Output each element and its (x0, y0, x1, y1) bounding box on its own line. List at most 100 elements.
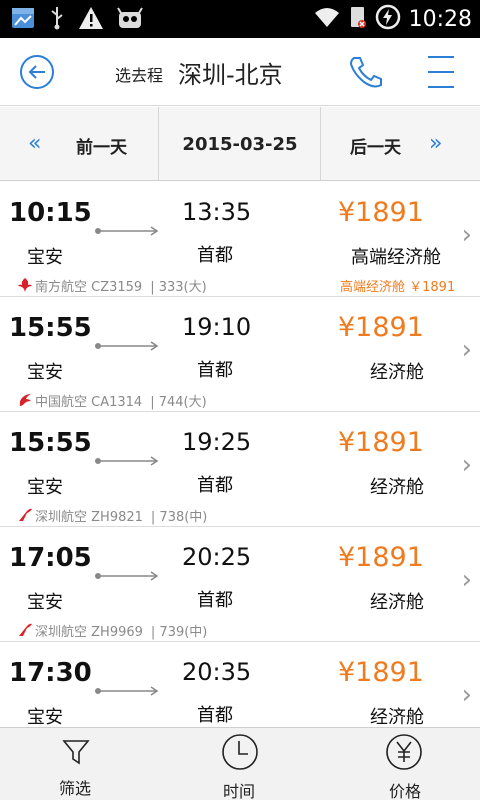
flight-price: ¥1891 (338, 542, 424, 573)
route-arrow-icon (95, 226, 159, 236)
route-arrow-icon (95, 686, 159, 696)
flight-row[interactable]: 17:30 20:35 宝安 首都 ¥1891 经济舱 › (0, 642, 480, 726)
wifi-icon (313, 5, 341, 33)
filter-icon (62, 740, 90, 765)
double-chevron-right-icon: » (429, 131, 443, 156)
tab-time-label: 时间 (222, 782, 255, 800)
airline-info: 南方航空 CZ3159 | 333(大) (17, 276, 207, 295)
airline-info: 深圳航空 ZH9821 | 738(中) (17, 506, 208, 525)
arrival-time: 20:35 (182, 658, 252, 686)
airline-flight-number: 深圳航空 ZH9821 (35, 509, 143, 525)
flight-price: ¥1891 (338, 427, 424, 458)
arrival-time: 19:25 (182, 428, 252, 456)
menu-icon-line (428, 56, 454, 58)
aircraft-type: | 744(大) (150, 394, 207, 410)
phone-icon (349, 57, 382, 88)
flight-row[interactable]: 10:15 13:35 宝安 首都 ¥1891 高端经济舱 › 南方航空 CZ3… (0, 182, 480, 297)
cabin-class: 高端经济舱 (351, 247, 441, 268)
back-button[interactable] (20, 55, 54, 89)
tab-filter-label: 筛选 (58, 779, 91, 798)
prev-day-label: 前一天 (76, 138, 127, 158)
menu-button[interactable] (428, 56, 456, 88)
tab-price[interactable]: 价格 (320, 728, 480, 800)
app-notification-icon (10, 5, 36, 35)
battery-charging-icon (375, 4, 401, 34)
aircraft-type: | 739(中) (150, 624, 208, 640)
no-sim-icon (349, 4, 367, 34)
flight-price: ¥1891 (338, 197, 424, 228)
chevron-right-icon: › (461, 680, 472, 710)
flight-row[interactable]: 15:55 19:25 宝安 首都 ¥1891 经济舱 › 深圳航空 ZH982… (0, 412, 480, 527)
arrival-airport: 首都 (197, 475, 233, 496)
aircraft-type: | 738(中) (150, 509, 208, 525)
double-chevron-left-icon: « (28, 131, 42, 156)
trip-direction-label: 选去程 (115, 66, 164, 85)
cabin-class: 经济舱 (370, 707, 424, 726)
status-time: 10:28 (408, 6, 472, 32)
arrival-airport: 首都 (197, 705, 233, 726)
airline-flight-number: 中国航空 CA1314 (35, 394, 143, 410)
departure-time: 15:55 (9, 428, 92, 458)
date-navigation: « 前一天 2015-03-25 后一天 » (0, 107, 480, 181)
flight-price: ¥1891 (338, 657, 424, 688)
arrival-time: 19:10 (182, 313, 252, 341)
departure-airport: 宝安 (27, 592, 63, 613)
cabin-class: 经济舱 (370, 592, 424, 613)
airline-flight-number: 南方航空 CZ3159 (35, 279, 143, 295)
cabin-price-note: 高端经济舱 ￥1891 (340, 280, 456, 295)
menu-icon-line (428, 71, 454, 73)
app-header: 选去程 深圳-北京 (0, 38, 480, 106)
android-icon (116, 6, 144, 34)
route-arrow-icon (95, 571, 159, 581)
airline-info: 中国航空 CA1314 | 744(大) (17, 391, 207, 410)
yen-icon (386, 734, 422, 770)
departure-time: 17:30 (9, 658, 92, 688)
flight-price: ¥1891 (338, 312, 424, 343)
menu-icon-line (428, 86, 454, 88)
cabin-class: 经济舱 (370, 477, 424, 498)
selected-date: 2015-03-25 (182, 133, 298, 155)
route-arrow-icon (95, 456, 159, 466)
shenzhen-airlines-logo-icon (19, 508, 32, 521)
china-southern-logo-icon (18, 278, 32, 292)
departure-airport: 宝安 (27, 362, 63, 383)
tab-price-label: 价格 (388, 782, 421, 800)
date-selector[interactable]: 2015-03-25 (160, 107, 320, 181)
next-day-label: 后一天 (350, 138, 401, 158)
page-title: 深圳-北京 (178, 61, 283, 89)
next-day-button[interactable]: 后一天 » (320, 107, 480, 181)
chevron-right-icon: › (461, 335, 472, 365)
status-bar: 10:28 (0, 0, 480, 38)
cabin-class: 经济舱 (370, 362, 424, 383)
airline-info: 深圳航空 ZH9969 | 739(中) (17, 621, 208, 640)
flight-row[interactable]: 15:55 19:10 宝安 首都 ¥1891 经济舱 › 中国航空 CA131… (0, 297, 480, 412)
route-arrow-icon (95, 341, 159, 351)
departure-time: 17:05 (9, 543, 92, 573)
chevron-right-icon: › (461, 565, 472, 595)
chevron-right-icon: › (461, 450, 472, 480)
bottom-toolbar: 筛选 时间 价格 (0, 727, 480, 800)
arrival-airport: 首都 (197, 590, 233, 611)
tab-time[interactable]: 时间 (160, 728, 320, 800)
tab-filter[interactable]: 筛选 (0, 728, 160, 800)
arrival-time: 20:25 (182, 543, 252, 571)
arrival-airport: 首都 (197, 360, 233, 381)
shenzhen-airlines-logo-icon (19, 623, 32, 636)
departure-airport: 宝安 (27, 707, 63, 726)
phone-button[interactable] (346, 54, 386, 90)
clock-icon (222, 734, 258, 770)
departure-airport: 宝安 (27, 247, 63, 268)
flight-row[interactable]: 17:05 20:25 宝安 首都 ¥1891 经济舱 › 深圳航空 ZH996… (0, 527, 480, 642)
arrival-airport: 首都 (197, 245, 233, 266)
arrival-time: 13:35 (182, 198, 252, 226)
flight-list[interactable]: 10:15 13:35 宝安 首都 ¥1891 高端经济舱 › 南方航空 CZ3… (0, 182, 480, 726)
departure-time: 10:15 (9, 198, 92, 228)
aircraft-type: | 333(大) (150, 279, 207, 295)
departure-airport: 宝安 (27, 477, 63, 498)
departure-time: 15:55 (9, 313, 92, 343)
air-china-logo-icon (19, 394, 31, 406)
prev-day-button[interactable]: « 前一天 (0, 107, 159, 181)
back-arrow-icon (28, 65, 45, 79)
warning-icon (78, 6, 104, 34)
airline-flight-number: 深圳航空 ZH9969 (35, 624, 143, 640)
